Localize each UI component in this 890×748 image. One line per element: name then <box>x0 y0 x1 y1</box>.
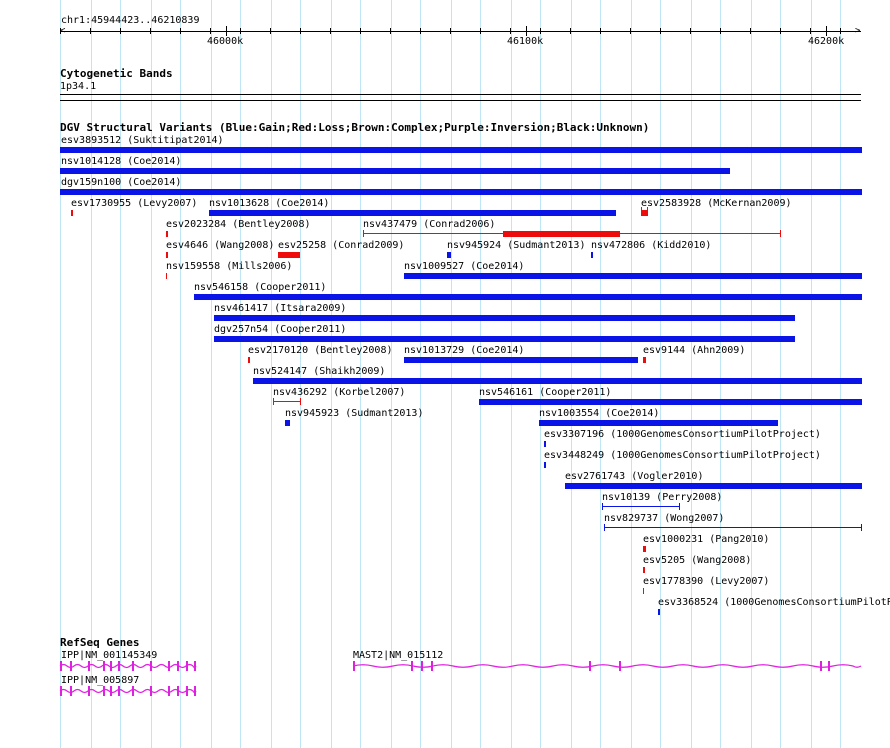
exon <box>431 661 433 671</box>
exon <box>177 686 179 696</box>
exon <box>118 686 120 696</box>
exon <box>88 661 90 671</box>
exon <box>150 661 152 671</box>
gene-ipp-nm-005897-model[interactable] <box>59 688 197 694</box>
exon <box>132 686 134 696</box>
exon <box>820 661 822 671</box>
exon <box>118 661 120 671</box>
exon <box>60 686 62 696</box>
exon <box>132 661 134 671</box>
exon <box>194 661 196 671</box>
exon <box>70 661 72 671</box>
exon <box>177 661 179 671</box>
exon <box>110 661 112 671</box>
exon <box>150 686 152 696</box>
exon <box>103 686 105 696</box>
gene-mast2-nm-015112-model[interactable] <box>352 664 862 668</box>
genome-browser-view: chr1:45944423..46210839 < > 46000k 46100… <box>0 0 890 748</box>
gene-models <box>59 661 862 696</box>
gene-ipp-nm-001145349-model[interactable] <box>59 663 197 669</box>
exon <box>828 661 830 671</box>
exon <box>353 661 355 671</box>
exon <box>88 686 90 696</box>
exon <box>110 686 112 696</box>
exon <box>168 686 170 696</box>
exon <box>168 661 170 671</box>
exon <box>421 661 423 671</box>
exon <box>619 661 621 671</box>
exon <box>194 686 196 696</box>
exon <box>70 686 72 696</box>
exon <box>103 661 105 671</box>
exon <box>186 661 188 671</box>
exon <box>411 661 413 671</box>
exon <box>589 661 591 671</box>
exon <box>186 686 188 696</box>
exon <box>60 661 62 671</box>
